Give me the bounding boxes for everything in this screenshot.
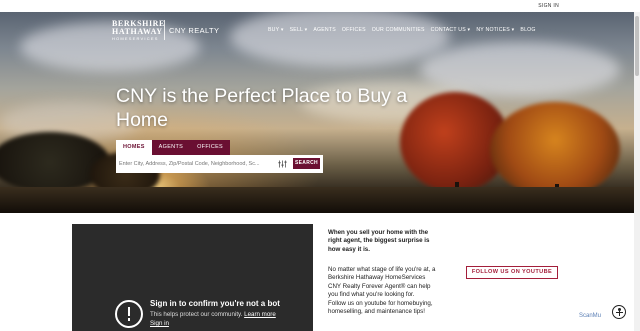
search-tabs: HOMES AGENTS OFFICES bbox=[116, 140, 231, 155]
main-nav: BUY ▾ SELL ▾ AGENTS OFFICES OUR COMMUNIT… bbox=[268, 27, 536, 33]
brand-line-3: HOMESERVICES bbox=[112, 36, 159, 41]
nav-item-agents[interactable]: AGENTS bbox=[313, 27, 336, 33]
video-error-subtitle: This helps protect our community. Learn … bbox=[150, 311, 276, 318]
accessibility-icon[interactable] bbox=[612, 305, 626, 319]
body-text: No matter what stage of life you're at, … bbox=[328, 266, 438, 316]
sign-in-link[interactable]: SIGN IN bbox=[538, 3, 559, 9]
video-error-text: This helps protect our community. bbox=[150, 311, 243, 318]
scan-widget-label[interactable]: ScanMu bbox=[579, 313, 601, 319]
body-paragraph-1: No matter what stage of life you're at, … bbox=[328, 266, 436, 299]
search-input[interactable] bbox=[119, 158, 279, 170]
nav-item-offices[interactable]: OFFICES bbox=[342, 27, 366, 33]
nav-item-contact[interactable]: CONTACT US ▾ bbox=[431, 27, 471, 33]
search-box bbox=[116, 155, 323, 173]
nav-item-sell[interactable]: SELL ▾ bbox=[290, 27, 308, 33]
video-sign-in-link[interactable]: Sign in bbox=[150, 320, 169, 327]
ground bbox=[0, 187, 640, 213]
tab-offices[interactable]: OFFICES bbox=[190, 140, 231, 155]
learn-more-link[interactable]: Learn more bbox=[244, 311, 276, 318]
nav-item-ny-notices[interactable]: NY NOTICES ▾ bbox=[476, 27, 514, 33]
search-button[interactable]: SEARCH bbox=[293, 158, 320, 169]
tab-agents[interactable]: AGENTS bbox=[151, 140, 191, 155]
tab-homes[interactable]: HOMES bbox=[116, 140, 152, 155]
brand-logo[interactable]: BERKSHIRE HATHAWAY HOMESERVICES bbox=[112, 20, 165, 42]
hero-headline: CNY is the Perfect Place to Buy a Home bbox=[116, 85, 408, 131]
brand-office: CNY REALTY bbox=[169, 26, 220, 35]
cloud-shape bbox=[230, 12, 450, 67]
filter-icon[interactable] bbox=[278, 160, 287, 168]
scrollbar-thumb[interactable] bbox=[635, 16, 639, 76]
follow-youtube-button[interactable]: FOLLOW US ON YOUTUBE bbox=[466, 266, 558, 279]
nav-item-blog[interactable]: BLOG bbox=[520, 27, 535, 33]
body-paragraph-2: Follow us on youtube for homebuying, hom… bbox=[328, 299, 433, 316]
top-utility-bar: SIGN IN bbox=[0, 0, 640, 12]
tree-orange bbox=[490, 102, 620, 197]
brand-line-2: HATHAWAY bbox=[112, 27, 163, 36]
logo-divider bbox=[164, 20, 165, 40]
nav-item-buy[interactable]: BUY ▾ bbox=[268, 27, 284, 33]
video-error-title: Sign in to confirm you're not a bot bbox=[150, 299, 280, 308]
lead-text: When you sell your home with the right a… bbox=[328, 229, 430, 253]
nav-item-communities[interactable]: OUR COMMUNITIES bbox=[372, 27, 425, 33]
alert-icon bbox=[115, 300, 143, 328]
